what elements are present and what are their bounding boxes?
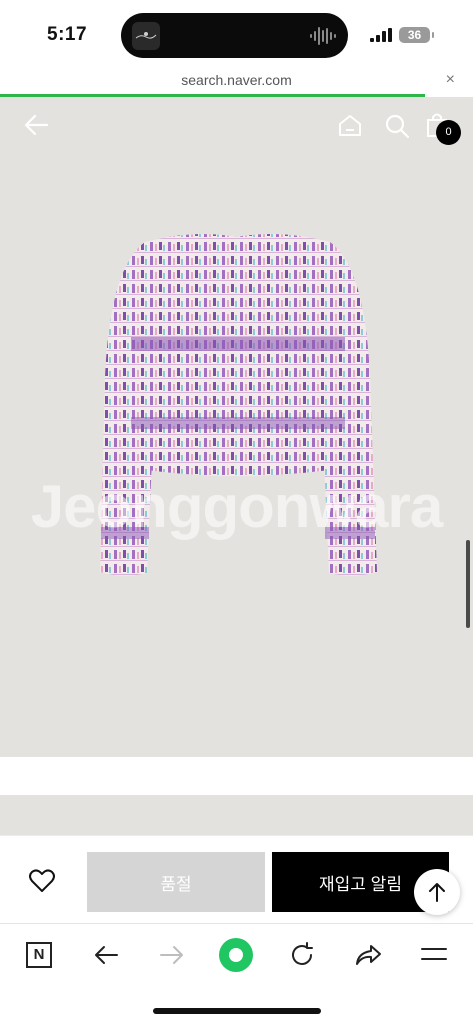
close-icon[interactable]: ×: [446, 71, 455, 89]
share-icon: [356, 945, 381, 965]
sold-out-button[interactable]: 품절: [87, 852, 265, 912]
divider: [0, 757, 473, 795]
now-playing-artwork-icon: [132, 22, 160, 50]
scrollbar-thumb[interactable]: [466, 540, 470, 628]
refresh-button[interactable]: [282, 940, 322, 970]
home-indicator[interactable]: [153, 1008, 321, 1014]
share-button[interactable]: [348, 940, 388, 970]
url-bar[interactable]: search.naver.com ×: [0, 68, 473, 94]
home-icon[interactable]: [338, 113, 362, 137]
back-button[interactable]: [86, 940, 126, 970]
arrow-up-icon: [429, 883, 445, 902]
menu-button[interactable]: [414, 940, 454, 970]
search-icon[interactable]: [384, 113, 410, 139]
cart-count-badge[interactable]: 0: [436, 120, 461, 145]
battery-indicator: 36: [399, 27, 434, 43]
naver-home-button[interactable]: N: [19, 940, 59, 970]
green-dot-icon: [219, 938, 253, 972]
back-icon: [95, 946, 118, 964]
watermark: Jeonggonwara: [30, 473, 443, 540]
clock: 5:17: [47, 24, 88, 45]
refresh-icon: [292, 942, 313, 965]
heart-icon[interactable]: [29, 869, 55, 893]
dynamic-island[interactable]: [121, 13, 348, 58]
green-dot-button[interactable]: [216, 938, 256, 972]
scroll-to-top-button[interactable]: [414, 869, 460, 915]
naver-n-icon: N: [26, 942, 52, 968]
purchase-bar: 품절 재입고 알림: [0, 835, 473, 923]
image-strip: [0, 795, 473, 835]
back-arrow-icon[interactable]: [23, 113, 49, 137]
product-image[interactable]: Jeonggonwara: [0, 97, 473, 757]
menu-icon: [421, 948, 447, 960]
status-bar: 5:17 36: [0, 0, 473, 68]
forward-button[interactable]: [152, 940, 192, 970]
cellular-signal-icon: [370, 28, 392, 42]
url-text[interactable]: search.naver.com: [0, 72, 473, 88]
audio-waveform-icon: [310, 27, 336, 45]
forward-icon: [160, 946, 183, 964]
